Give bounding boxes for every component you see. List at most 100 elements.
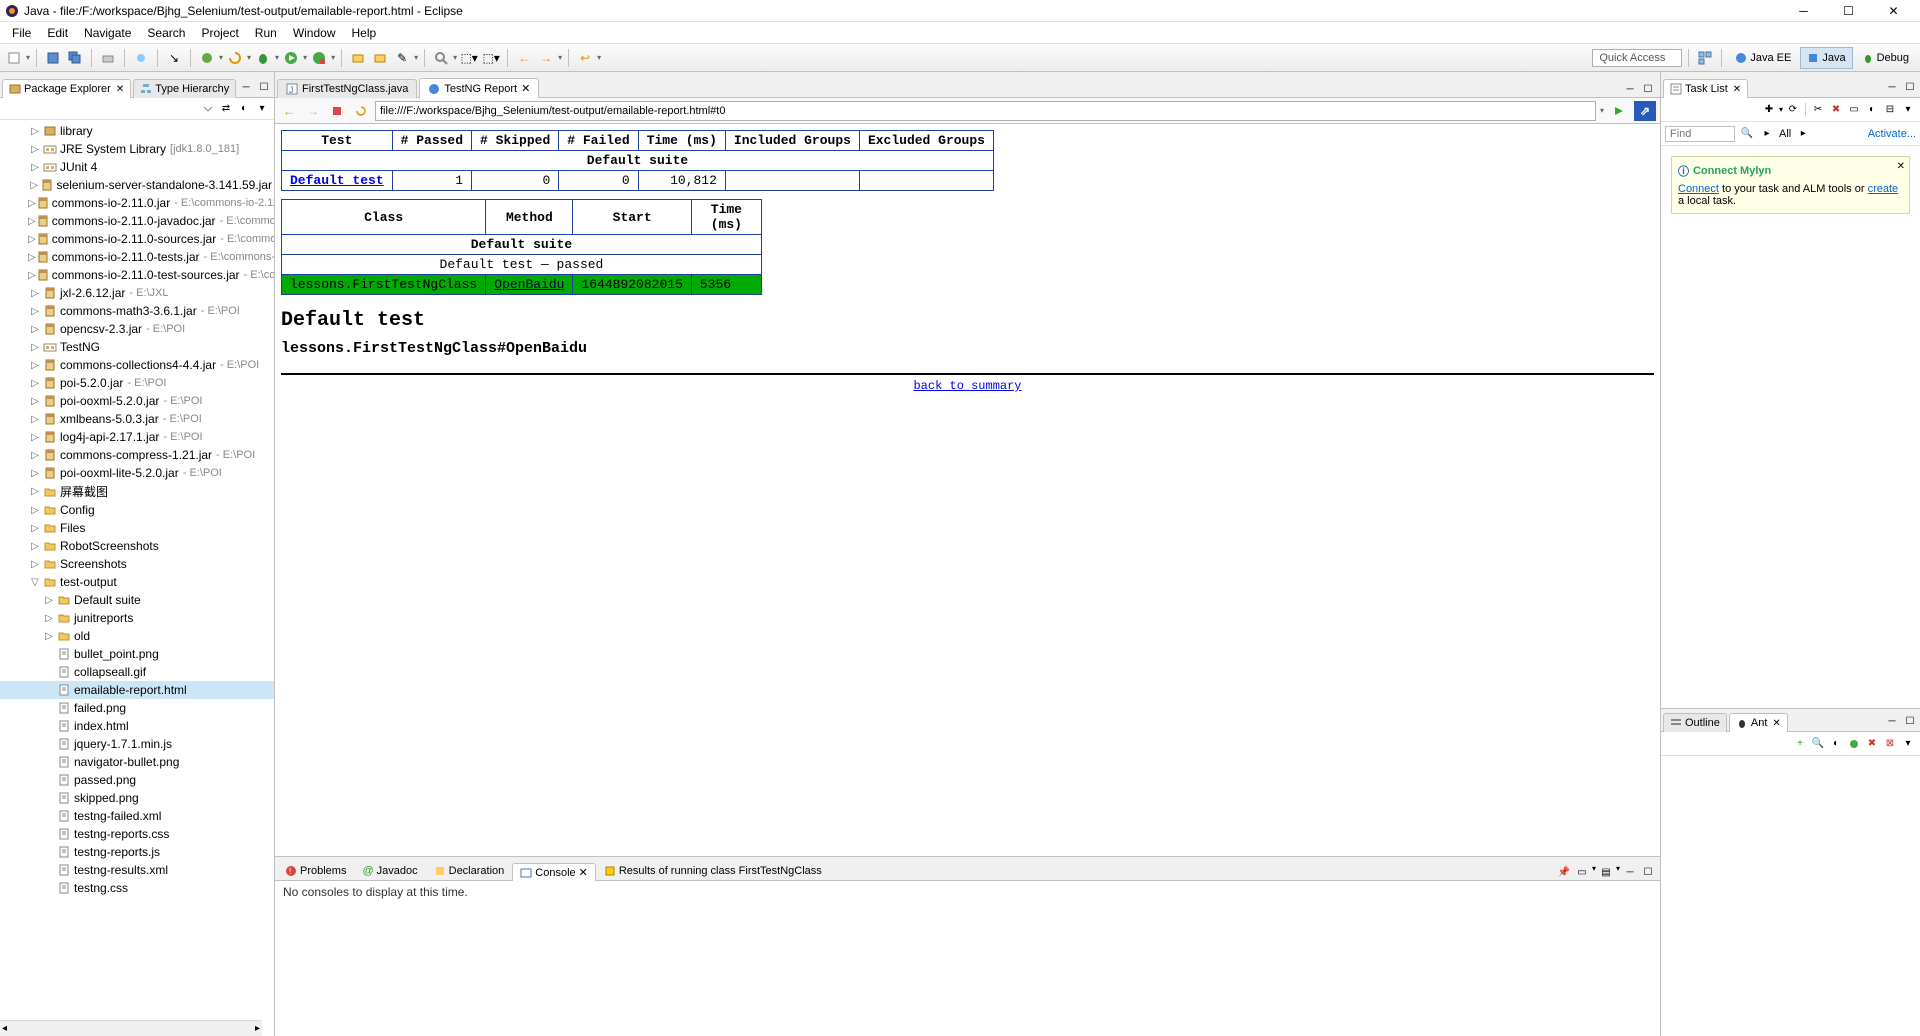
tree-arrow-icon[interactable]: ▷ — [28, 432, 42, 443]
tree-row[interactable]: ▷commons-collections4-4.4.jar- E:\POI — [0, 356, 274, 374]
new-button[interactable] — [4, 48, 24, 68]
tree-row[interactable]: ▷commons-math3-3.6.1.jar- E:\POI — [0, 302, 274, 320]
tree-row[interactable]: ▷commons-io-2.11.0-javadoc.jar- E:\commo… — [0, 212, 274, 230]
tasklist-menu-button[interactable]: ▾ — [1900, 102, 1916, 118]
tree-row[interactable]: testng-failed.xml — [0, 807, 274, 825]
tree-row[interactable]: ▷Screenshots — [0, 555, 274, 573]
debug-button[interactable] — [197, 48, 217, 68]
mylyn-close-icon[interactable]: ✕ — [1897, 161, 1905, 172]
tree-row[interactable]: ▷Files — [0, 519, 274, 537]
save-all-button[interactable] — [65, 48, 85, 68]
results-tab[interactable]: Results of running class FirstTestNgClas… — [596, 862, 830, 880]
tree-arrow-icon[interactable]: ▷ — [28, 396, 42, 407]
display-console-button[interactable]: ▭ — [1574, 864, 1590, 880]
close-icon[interactable]: ✕ — [116, 84, 124, 95]
link-editor-button[interactable]: ⇄ — [218, 101, 234, 117]
ant-minimize-button[interactable]: ─ — [1884, 713, 1900, 729]
tree-arrow-icon[interactable]: ▷ — [28, 414, 42, 425]
all-label[interactable]: All — [1779, 128, 1791, 140]
tree-arrow-icon[interactable]: ▷ — [28, 180, 40, 191]
collapse-all-tasks-button[interactable]: ⊟ — [1882, 102, 1898, 118]
quick-access-input[interactable]: Quick Access — [1592, 49, 1682, 67]
tree-arrow-icon[interactable]: ▽ — [28, 577, 42, 588]
nav-prev-button[interactable]: ▸ — [1795, 126, 1811, 142]
tree-row[interactable]: testng-reports.css — [0, 825, 274, 843]
open-console-button[interactable]: ▤ — [1598, 864, 1614, 880]
close-tasklist-icon[interactable]: ✕ — [1733, 84, 1741, 95]
tree-arrow-icon[interactable]: ▷ — [28, 270, 36, 281]
editor-minimize-button[interactable]: ─ — [1622, 81, 1638, 97]
browser-back-button[interactable]: ← — [279, 101, 299, 121]
tree-row[interactable]: failed.png — [0, 699, 274, 717]
tree-arrow-icon[interactable]: ▷ — [28, 360, 42, 371]
ant-tab[interactable]: Ant ✕ — [1729, 713, 1788, 732]
sync-button[interactable]: ⟳ — [1785, 102, 1801, 118]
schedule-button[interactable]: ✖ — [1828, 102, 1844, 118]
tree-row[interactable]: ▷commons-io-2.11.0-test-sources.jar- E:\… — [0, 266, 274, 284]
editor-tab-java[interactable]: J FirstTestNgClass.java — [277, 79, 417, 98]
tree-arrow-icon[interactable]: ▷ — [28, 468, 42, 479]
menu-file[interactable]: File — [4, 24, 39, 42]
find-search-icon[interactable]: 🔍 — [1739, 126, 1755, 142]
tree-arrow-icon[interactable]: ▷ — [28, 559, 42, 570]
close-tab-icon[interactable]: ✕ — [521, 82, 530, 95]
browser-stop-button[interactable] — [327, 101, 347, 121]
ant-menu-button[interactable]: ▾ — [1900, 736, 1916, 752]
tree-arrow-icon[interactable]: ▷ — [28, 505, 42, 516]
tree-arrow-icon[interactable]: ▷ — [28, 144, 42, 155]
run-ext-button[interactable] — [309, 48, 329, 68]
categorize-button[interactable]: ✂ — [1810, 102, 1826, 118]
browser-external-button[interactable]: ⇗ — [1634, 101, 1656, 121]
tree-arrow-icon[interactable]: ▷ — [28, 234, 36, 245]
activate-link[interactable]: Activate... — [1868, 128, 1916, 140]
ant-search-button[interactable]: 🔍 — [1810, 736, 1826, 752]
menu-window[interactable]: Window — [285, 24, 344, 42]
tree-arrow-icon[interactable]: ▷ — [28, 306, 42, 317]
collapse-all-button[interactable] — [200, 101, 216, 117]
view-menu-button[interactable]: ▾ — [254, 101, 270, 117]
tree-row[interactable]: ▷commons-io-2.11.0-sources.jar- E:\commo… — [0, 230, 274, 248]
nav-next-button[interactable]: ▸ — [1759, 126, 1775, 142]
browser-go-button[interactable] — [1608, 101, 1630, 121]
browser-url-input[interactable] — [375, 101, 1596, 121]
nav-dropdown1[interactable]: ⬚▾ — [459, 48, 479, 68]
tree-arrow-icon[interactable]: ▷ — [28, 324, 42, 335]
tree-row[interactable]: ▷old — [0, 627, 274, 645]
tree-row[interactable]: ▷JRE System Library[jdk1.8.0_181] — [0, 140, 274, 158]
console-maximize-button[interactable]: ☐ — [1640, 864, 1656, 880]
nav-dropdown2[interactable]: ⬚▾ — [481, 48, 501, 68]
pin-cursor-button[interactable]: ↘ — [164, 48, 184, 68]
tree-row[interactable]: ▷屏幕截图 — [0, 482, 274, 501]
browser-forward-button[interactable]: → — [303, 101, 323, 121]
tree-row[interactable]: ▷Config — [0, 501, 274, 519]
minimize-button[interactable]: ─ — [1781, 0, 1826, 22]
tree-arrow-icon[interactable]: ▷ — [28, 450, 42, 461]
perspective-java[interactable]: Java — [1800, 47, 1852, 69]
tree-row[interactable]: ▷commons-io-2.11.0-tests.jar- E:\commons… — [0, 248, 274, 266]
bug-button[interactable] — [253, 48, 273, 68]
tree-arrow-icon[interactable]: ▷ — [28, 162, 42, 173]
tree-row[interactable]: ▷log4j-api-2.17.1.jar- E:\POI — [0, 428, 274, 446]
wand-button[interactable]: ✎ — [392, 48, 412, 68]
run-button[interactable] — [281, 48, 301, 68]
tree-arrow-icon[interactable]: ▷ — [28, 252, 36, 263]
tree-row[interactable]: ▷junitreports — [0, 609, 274, 627]
forward-button[interactable]: → — [536, 48, 556, 68]
problems-tab[interactable]: !Problems — [277, 862, 354, 880]
new-class-button[interactable] — [370, 48, 390, 68]
close-window-button[interactable]: ✕ — [1871, 0, 1916, 22]
save-button[interactable] — [43, 48, 63, 68]
print-button[interactable] — [98, 48, 118, 68]
close-ant-icon[interactable]: ✕ — [1772, 718, 1780, 729]
menu-edit[interactable]: Edit — [39, 24, 76, 42]
ant-add-button[interactable]: + — [1792, 736, 1808, 752]
tree-row[interactable]: testng-results.xml — [0, 861, 274, 879]
tree-arrow-icon[interactable]: ▷ — [28, 126, 42, 137]
tree-row[interactable]: ▷poi-ooxml-5.2.0.jar- E:\POI — [0, 392, 274, 410]
tree-arrow-icon[interactable]: ▷ — [42, 631, 56, 642]
tree-arrow-icon[interactable]: ▷ — [42, 613, 56, 624]
menu-search[interactable]: Search — [139, 24, 193, 42]
tree-row[interactable]: ▷Default suite — [0, 591, 274, 609]
tree-row[interactable]: skipped.png — [0, 789, 274, 807]
tree-arrow-icon[interactable]: ▷ — [42, 595, 56, 606]
